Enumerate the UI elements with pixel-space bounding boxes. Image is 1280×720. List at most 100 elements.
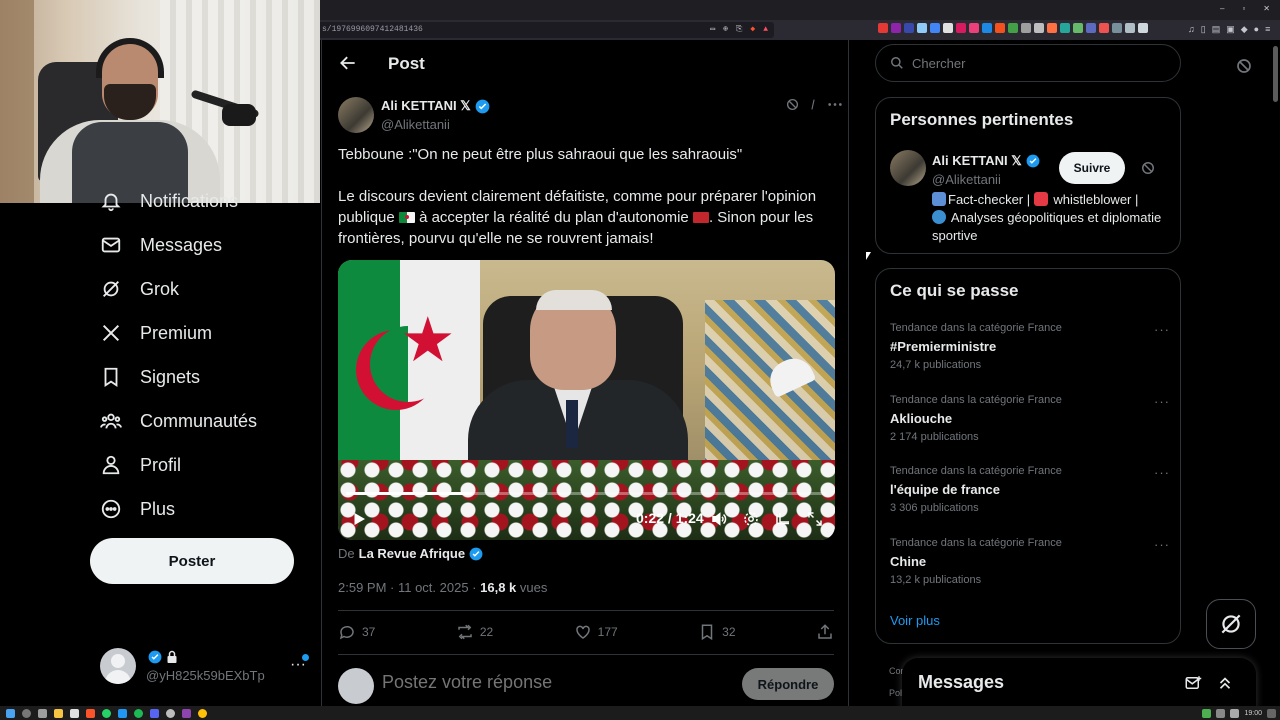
back-arrow-icon[interactable] (338, 53, 358, 73)
extension-icon[interactable] (904, 23, 914, 33)
search-input[interactable] (912, 55, 1152, 71)
spotify-icon[interactable] (134, 708, 143, 718)
author-avatar[interactable] (338, 97, 374, 133)
more-options-icon[interactable]: ··· (1154, 537, 1170, 552)
extension-icon[interactable] (878, 23, 888, 33)
fullscreen-icon[interactable] (806, 510, 824, 528)
sidebar-item-profile[interactable]: Profil (100, 450, 181, 480)
new-message-icon[interactable] (1184, 674, 1202, 692)
search-icon[interactable] (22, 708, 31, 718)
account-switcher[interactable]: @yH825k59bEXbTp ··· (100, 648, 310, 684)
profile-icon[interactable]: ● (1254, 24, 1259, 35)
video-player[interactable]: ★ 0:22 / 1:24 (338, 260, 835, 540)
app-icon[interactable] (118, 708, 127, 718)
tabs-icon[interactable]: ▤ (1212, 24, 1221, 35)
see-more-link[interactable]: Voir plus (890, 613, 940, 628)
media-icon[interactable]: ♫ (1188, 24, 1195, 35)
source-name[interactable]: La Revue Afrique (359, 546, 465, 561)
like-action[interactable]: 177 (574, 622, 618, 642)
brave-icon[interactable]: ◆ (1241, 24, 1248, 35)
trend-item[interactable]: Tendance dans la catégorie France Chine … (890, 537, 1180, 597)
search-box[interactable] (875, 44, 1181, 82)
tray-icon[interactable] (1202, 708, 1212, 718)
person-handle[interactable]: @Alikettanii (932, 172, 1001, 187)
trend-item[interactable]: Tendance dans la catégorie France Akliou… (890, 394, 1180, 454)
app-icon[interactable] (70, 708, 79, 718)
author-name[interactable]: Ali KETTANI 𝕏 (381, 98, 490, 114)
repost-action[interactable]: 22 (456, 622, 493, 642)
bookmark-action[interactable]: 32 (698, 622, 736, 642)
address-bar[interactable]: s/1976996097412481436 ▭ ⊕ ⎘ ◆ ▲ (318, 22, 774, 38)
extension-icon[interactable] (1099, 23, 1109, 33)
block-icon[interactable] (786, 98, 799, 111)
file-explorer-icon[interactable] (54, 708, 63, 718)
extension-icon[interactable] (956, 23, 966, 33)
share-action[interactable] (816, 622, 834, 642)
brave-browser-icon[interactable] (86, 708, 95, 718)
sidebar-item-more[interactable]: Plus (100, 494, 175, 524)
follow-button[interactable]: Suivre (1059, 152, 1125, 184)
rewards-icon[interactable]: ▲ (763, 22, 768, 38)
extension-icon[interactable] (1125, 23, 1135, 33)
volume-icon[interactable] (710, 510, 728, 528)
more-options-icon[interactable]: ··· (1154, 465, 1170, 480)
chevron-up-icon[interactable] (1216, 674, 1234, 692)
discord-icon[interactable] (150, 708, 159, 718)
settings-gear-icon[interactable] (742, 510, 760, 528)
wallet-icon[interactable]: ▣ (1226, 24, 1235, 35)
obs-icon[interactable] (166, 708, 175, 718)
extension-icon[interactable] (1073, 23, 1083, 33)
more-options-icon[interactable]: ··· (1154, 394, 1170, 409)
start-menu-icon[interactable] (6, 708, 15, 718)
avatar[interactable] (890, 150, 926, 186)
extension-icon[interactable] (891, 23, 901, 33)
play-icon[interactable] (350, 510, 368, 528)
extension-icon[interactable] (1112, 23, 1122, 33)
trend-item[interactable]: Tendance dans la catégorie France l'équi… (890, 465, 1180, 525)
person-name[interactable]: Ali KETTANI 𝕏 (932, 153, 1040, 169)
more-options-icon[interactable] (827, 98, 843, 111)
whatsapp-icon[interactable] (102, 708, 111, 718)
grok-button[interactable] (1206, 599, 1256, 649)
extension-icon[interactable] (943, 23, 953, 33)
extension-icon[interactable] (1060, 23, 1070, 33)
volume-icon[interactable] (1230, 708, 1240, 718)
sidebar-item-premium[interactable]: Premium (100, 318, 212, 348)
messages-drawer[interactable]: Messages (902, 658, 1256, 710)
trend-item[interactable]: Tendance dans la catégorie France #Premi… (890, 322, 1180, 382)
post-button[interactable]: Poster (90, 538, 294, 584)
menu-icon[interactable]: ≡ (1265, 24, 1270, 35)
picture-in-picture-icon[interactable] (774, 510, 792, 528)
grok-explain-icon[interactable] (809, 98, 817, 111)
extension-icon[interactable] (1034, 23, 1044, 33)
notification-center-icon[interactable] (1267, 708, 1276, 718)
sidebar-item-notifications[interactable]: Notifications (100, 186, 238, 216)
close-window-button[interactable]: ✕ (1263, 4, 1270, 13)
reply-input[interactable] (382, 672, 682, 693)
maximize-button[interactable]: ▫ (1242, 4, 1245, 13)
sidebar-item-grok[interactable]: Grok (100, 274, 179, 304)
block-icon[interactable] (1141, 161, 1155, 175)
extension-icon[interactable] (982, 23, 992, 33)
page-action-icon[interactable]: ▭ (710, 22, 715, 38)
task-view-icon[interactable] (38, 708, 47, 718)
wifi-icon[interactable] (1216, 708, 1226, 718)
extension-icon[interactable] (1008, 23, 1018, 33)
more-options-icon[interactable]: ··· (1154, 322, 1170, 337)
extension-icon[interactable] (969, 23, 979, 33)
extension-icon[interactable] (917, 23, 927, 33)
post-timestamp[interactable]: 2:59 PM · 11 oct. 2025 · (338, 580, 480, 595)
extension-icon[interactable] (1086, 23, 1096, 33)
chrome-icon[interactable] (198, 708, 207, 718)
app-icon[interactable] (182, 708, 191, 718)
sidebar-item-messages[interactable]: Messages (100, 230, 222, 260)
brave-shield-icon[interactable]: ◆ (750, 22, 755, 38)
sidebar-icon[interactable]: ▯ (1201, 24, 1206, 35)
sidebar-item-bookmarks[interactable]: Signets (100, 362, 200, 392)
sidebar-item-communities[interactable]: Communautés (100, 406, 257, 436)
extension-icon[interactable] (1021, 23, 1031, 33)
author-handle[interactable]: @Alikettanii (381, 117, 450, 132)
block-icon[interactable] (1236, 58, 1252, 74)
clock[interactable]: 19:00 (1244, 710, 1262, 717)
reply-action[interactable]: 37 (338, 622, 375, 642)
